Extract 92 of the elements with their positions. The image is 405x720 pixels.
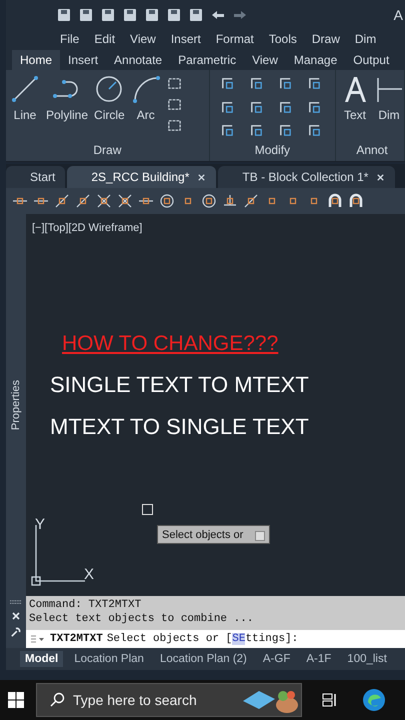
- ribbon-tool-button[interactable]: Line: [10, 74, 40, 144]
- ribbon-tool-button[interactable]: Arc: [130, 74, 161, 144]
- close-icon[interactable]: [197, 172, 206, 182]
- command-history-line: Select text objects to combine ...: [29, 613, 254, 626]
- toolbar-icon[interactable]: [144, 6, 160, 23]
- modify-tool-icon[interactable]: [220, 76, 235, 91]
- grip-icon[interactable]: [9, 600, 23, 606]
- ribbon-tool-button[interactable]: Polyline: [46, 74, 88, 144]
- document-tab[interactable]: Start: [6, 166, 66, 188]
- ribbon-tab[interactable]: View: [244, 50, 286, 70]
- axis-label: Y: [35, 516, 46, 534]
- menu-item[interactable]: File: [56, 32, 90, 46]
- modify-tool-icon[interactable]: [278, 100, 293, 115]
- viewport-controls[interactable]: [−][Top][2D Wireframe]: [32, 222, 142, 234]
- circle-icon: [94, 74, 124, 104]
- panel-title[interactable]: Annot: [356, 143, 388, 162]
- modify-tool-icon[interactable]: [248, 123, 264, 138]
- toolbar-icon[interactable]: [122, 6, 138, 23]
- document-tab[interactable]: 2S_RCC Building*: [67, 166, 216, 188]
- modify-tool-icon[interactable]: [278, 123, 293, 138]
- line-icon: [10, 74, 40, 104]
- object-snap-icon[interactable]: [54, 193, 70, 210]
- menu-item[interactable]: Edit: [90, 32, 126, 46]
- toolbar-icon[interactable]: [188, 6, 204, 23]
- ribbon-tab[interactable]: Insert: [60, 50, 106, 70]
- object-snap-icon[interactable]: [75, 193, 91, 210]
- ribbon-tool-button[interactable]: Circle: [94, 74, 125, 144]
- close-icon[interactable]: [376, 172, 386, 182]
- drawing-text: MTEXT TO SINGLE TEXT: [50, 414, 309, 440]
- object-snap-icon[interactable]: [327, 193, 343, 210]
- object-snap-icon[interactable]: [159, 193, 175, 210]
- panel-title[interactable]: Draw: [93, 143, 122, 162]
- object-snap-icon[interactable]: [117, 193, 133, 210]
- draw-tool-icon[interactable]: [166, 118, 182, 133]
- layout-tab[interactable]: A-GF: [258, 651, 296, 668]
- toolbar-icon[interactable]: [78, 6, 94, 23]
- wrench-icon[interactable]: [11, 627, 21, 638]
- menu-item[interactable]: Insert: [166, 32, 212, 46]
- close-icon[interactable]: [11, 611, 21, 622]
- menu-item[interactable]: View: [126, 32, 167, 46]
- object-snap-icon[interactable]: [96, 193, 112, 210]
- ribbon-tab[interactable]: Home: [12, 50, 60, 70]
- modify-tool-icon[interactable]: [306, 100, 322, 115]
- command-option-link[interactable]: SEttings: [232, 633, 286, 646]
- panel-title[interactable]: Modify: [254, 143, 290, 162]
- ribbon-tab[interactable]: Annotate: [106, 50, 170, 70]
- menu-item[interactable]: Dim: [350, 32, 388, 46]
- modify-tool-icon[interactable]: [220, 100, 235, 115]
- modify-tool-icon[interactable]: [306, 123, 322, 138]
- pickbox-cursor: [142, 504, 153, 516]
- properties-palette[interactable]: Properties: [6, 214, 26, 596]
- toolbar-icon[interactable]: [56, 6, 72, 23]
- layout-tab[interactable]: 100_list: [342, 651, 392, 668]
- layout-tab[interactable]: A-1F: [301, 651, 336, 668]
- drawing-text: HOW TO CHANGE???: [62, 332, 278, 356]
- arc-icon: [130, 74, 161, 104]
- modify-tool-icon[interactable]: [220, 123, 235, 138]
- task-view-icon[interactable]: [322, 692, 338, 708]
- ribbon-tab[interactable]: Parametric: [170, 50, 244, 70]
- modify-tool-icon[interactable]: [248, 100, 264, 115]
- taskbar-search-field[interactable]: Type here to search: [36, 683, 302, 718]
- search-icon: [49, 692, 65, 708]
- ribbon-tool-button[interactable]: Dim: [374, 74, 404, 144]
- toolbar-icon[interactable]: [100, 6, 116, 23]
- menu-caret-icon[interactable]: [30, 634, 46, 644]
- modify-tool-icon[interactable]: [306, 76, 322, 91]
- object-snap-icon[interactable]: [348, 193, 364, 210]
- draw-tool-icon[interactable]: [166, 96, 182, 112]
- layout-tab[interactable]: Model: [20, 651, 64, 668]
- object-snap-icon[interactable]: [243, 193, 259, 210]
- ribbon-tab[interactable]: Output: [345, 50, 398, 70]
- menu-item[interactable]: Tools: [264, 32, 308, 46]
- windows-start-icon[interactable]: [8, 692, 24, 708]
- toolbar-icon[interactable]: [166, 6, 182, 23]
- browser-icon[interactable]: [362, 688, 386, 712]
- ribbon-tool-button[interactable]: Text: [340, 74, 370, 144]
- window-title: A: [394, 6, 404, 23]
- menu-item[interactable]: Format: [212, 32, 265, 46]
- modify-tool-icon[interactable]: [278, 76, 293, 91]
- draw-tool-icon[interactable]: [166, 76, 182, 91]
- layout-tab[interactable]: Location Plan (2): [154, 651, 252, 668]
- drawing-text: SINGLE TEXT TO MTEXT: [50, 372, 309, 398]
- command-tooltip: Select objects or: [157, 525, 270, 544]
- document-tab[interactable]: TB - Block Collection 1*: [218, 166, 396, 188]
- command-line-field[interactable]: TXT2MTXT Select objects or [SEttings]:: [26, 630, 405, 648]
- axis-label: X: [84, 566, 94, 584]
- menu-item[interactable]: Draw: [308, 32, 351, 46]
- command-history-line: Command: TXT2MTXT: [29, 599, 142, 612]
- object-snap-icon[interactable]: [201, 193, 217, 210]
- ribbon-tab[interactable]: Manage: [286, 50, 346, 70]
- modify-tool-icon[interactable]: [248, 76, 264, 91]
- layout-tab[interactable]: Location Plan: [69, 651, 149, 668]
